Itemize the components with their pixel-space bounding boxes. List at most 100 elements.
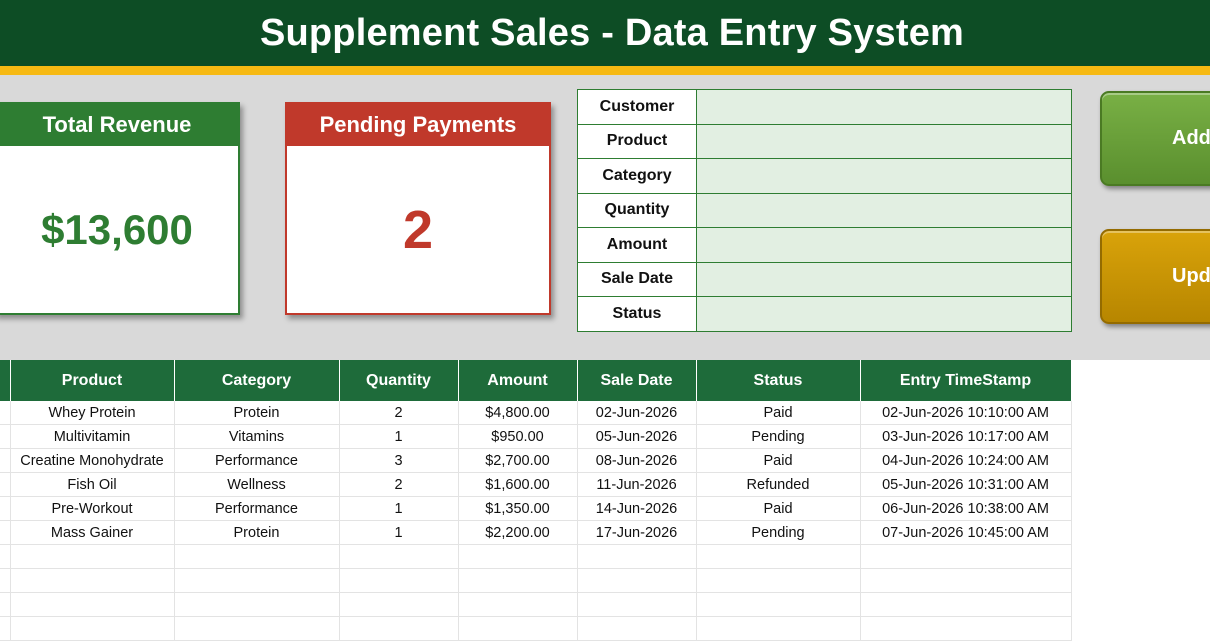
table-cell[interactable]: Mass Gainer (10, 520, 175, 545)
empty-table-row[interactable] (0, 544, 1072, 569)
table-cell[interactable] (0, 520, 11, 545)
table-row[interactable]: Mass Gainer Protein 1 $2,200.00 17-Jun-2026 P… (0, 520, 1072, 545)
quantity-input[interactable] (697, 193, 1071, 227)
table-cell[interactable]: 1 (339, 496, 459, 521)
empty-table-cell[interactable] (458, 568, 578, 593)
status-input[interactable] (697, 297, 1071, 331)
empty-table-cell[interactable] (458, 616, 578, 641)
table-cell[interactable]: $2,200.00 (458, 520, 578, 545)
table-row[interactable]: Multivitamin Vitamins 1 $950.00 05-Jun-2026 P… (0, 424, 1072, 449)
empty-table-cell[interactable] (174, 592, 340, 617)
table-row[interactable]: Creatine Monohydrate Performance 3 $2,700.0… (0, 448, 1072, 473)
status-field-cell[interactable] (696, 296, 1072, 332)
table-cell[interactable] (0, 496, 11, 521)
empty-table-cell[interactable] (458, 592, 578, 617)
column-header-category[interactable]: Category (174, 360, 340, 401)
empty-table-cell[interactable] (577, 568, 697, 593)
table-cell[interactable]: 06-Jun-2026 10:38:00 AM (860, 496, 1072, 521)
table-cell[interactable]: $1,350.00 (458, 496, 578, 521)
empty-table-cell[interactable] (0, 592, 11, 617)
empty-table-row[interactable] (0, 592, 1072, 617)
sale-date-field-cell[interactable] (696, 261, 1072, 297)
empty-table-cell[interactable] (860, 616, 1072, 641)
empty-table-cell[interactable] (339, 592, 459, 617)
empty-table-cell[interactable] (0, 616, 11, 641)
table-cell[interactable]: $950.00 (458, 424, 578, 449)
table-cell[interactable]: 1 (339, 520, 459, 545)
column-header-quantity[interactable]: Quantity (339, 360, 459, 401)
update-button[interactable]: Updat (1100, 229, 1210, 324)
column-header[interactable] (0, 360, 11, 401)
table-cell[interactable]: $1,600.00 (458, 472, 578, 497)
table-cell[interactable]: 1 (339, 424, 459, 449)
table-cell[interactable]: 2 (339, 401, 459, 425)
table-cell[interactable]: Pending (696, 424, 861, 449)
column-header-status[interactable]: Status (696, 360, 861, 401)
table-cell[interactable]: Multivitamin (10, 424, 175, 449)
table-cell[interactable] (0, 424, 11, 449)
table-cell[interactable]: 3 (339, 448, 459, 473)
table-cell[interactable]: 17-Jun-2026 (577, 520, 697, 545)
column-header-entry-timestamp[interactable]: Entry TimeStamp (860, 360, 1072, 401)
empty-table-cell[interactable] (0, 568, 11, 593)
table-cell[interactable]: Refunded (696, 472, 861, 497)
table-cell[interactable]: 2 (339, 472, 459, 497)
table-cell[interactable]: 07-Jun-2026 10:45:00 AM (860, 520, 1072, 545)
empty-table-cell[interactable] (696, 568, 861, 593)
empty-table-cell[interactable] (696, 544, 861, 569)
product-field-cell[interactable] (696, 123, 1072, 159)
empty-table-cell[interactable] (577, 544, 697, 569)
empty-table-cell[interactable] (577, 616, 697, 641)
empty-table-cell[interactable] (696, 616, 861, 641)
column-header-amount[interactable]: Amount (458, 360, 578, 401)
table-cell[interactable]: 14-Jun-2026 (577, 496, 697, 521)
empty-table-cell[interactable] (174, 616, 340, 641)
table-cell[interactable]: $4,800.00 (458, 401, 578, 425)
table-cell[interactable]: $2,700.00 (458, 448, 578, 473)
empty-table-cell[interactable] (696, 592, 861, 617)
table-row[interactable]: Whey Protein Protein 2 $4,800.00 02-Jun-2026… (0, 401, 1072, 425)
empty-table-cell[interactable] (339, 544, 459, 569)
empty-table-cell[interactable] (10, 616, 175, 641)
table-cell[interactable]: Pending (696, 520, 861, 545)
table-cell[interactable]: Creatine Monohydrate (10, 448, 175, 473)
table-cell[interactable]: 03-Jun-2026 10:17:00 AM (860, 424, 1072, 449)
column-header-sale-date[interactable]: Sale Date (577, 360, 697, 401)
empty-table-cell[interactable] (174, 544, 340, 569)
empty-table-cell[interactable] (10, 592, 175, 617)
table-row[interactable]: Pre-Workout Performance 1 $1,350.00 14-Jun-2… (0, 496, 1072, 521)
empty-table-cell[interactable] (860, 544, 1072, 569)
column-header-product[interactable]: Product (10, 360, 175, 401)
empty-table-cell[interactable] (860, 592, 1072, 617)
table-row[interactable]: Fish Oil Wellness 2 $1,600.00 11-Jun-2026 Ref… (0, 472, 1072, 497)
empty-table-cell[interactable] (458, 544, 578, 569)
table-cell[interactable]: Performance (174, 448, 340, 473)
table-cell[interactable] (0, 401, 11, 425)
empty-table-cell[interactable] (577, 592, 697, 617)
table-cell[interactable]: 02-Jun-2026 (577, 401, 697, 425)
table-cell[interactable] (0, 448, 11, 473)
table-cell[interactable]: Paid (696, 496, 861, 521)
table-cell[interactable]: Whey Protein (10, 401, 175, 425)
amount-field-cell[interactable] (696, 227, 1072, 263)
sale-date-input[interactable] (697, 262, 1071, 296)
table-cell[interactable]: 04-Jun-2026 10:24:00 AM (860, 448, 1072, 473)
empty-table-cell[interactable] (10, 568, 175, 593)
empty-table-cell[interactable] (860, 568, 1072, 593)
amount-input[interactable] (697, 228, 1071, 262)
customer-input[interactable] (697, 90, 1071, 124)
empty-table-row[interactable] (0, 616, 1072, 641)
table-cell[interactable]: Vitamins (174, 424, 340, 449)
table-cell[interactable] (0, 472, 11, 497)
table-cell[interactable]: 05-Jun-2026 (577, 424, 697, 449)
empty-table-row[interactable] (0, 568, 1072, 593)
empty-table-cell[interactable] (339, 568, 459, 593)
category-field-cell[interactable] (696, 158, 1072, 194)
empty-table-cell[interactable] (10, 544, 175, 569)
customer-field-cell[interactable] (696, 89, 1072, 125)
table-cell[interactable]: Fish Oil (10, 472, 175, 497)
table-cell[interactable]: Performance (174, 496, 340, 521)
empty-table-cell[interactable] (339, 616, 459, 641)
product-input[interactable] (697, 124, 1071, 158)
table-cell[interactable]: Paid (696, 448, 861, 473)
